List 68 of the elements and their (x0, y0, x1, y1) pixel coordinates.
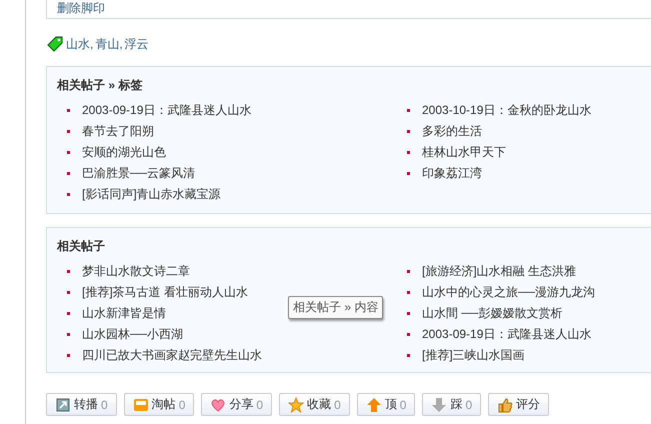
post-link[interactable]: 2003-09-19日：武隆县迷人山水 (422, 326, 592, 343)
post-link[interactable]: 印象荔江湾 (422, 165, 482, 182)
bullet-icon (407, 270, 410, 273)
post-link[interactable]: [推荐]茶马古道 看壮丽动人山水 (82, 284, 248, 301)
section-title: 相关帖子 (57, 238, 106, 255)
post-link[interactable]: [旅游经济]山水相融 生态洪雅 (422, 263, 576, 280)
bullet-icon (67, 109, 70, 112)
up-arrow-icon (366, 396, 382, 412)
bullet-icon (407, 291, 410, 294)
section-title: 相关帖子 » 标签 (57, 77, 144, 94)
bullet-icon (407, 333, 410, 336)
tag-separator: , (119, 36, 123, 50)
bullet-icon (67, 354, 70, 357)
count-label: 0 (256, 398, 264, 412)
star-icon (288, 396, 304, 412)
post-link[interactable]: [推荐]三峡山水国画 (422, 347, 525, 364)
repost-button[interactable]: 转播 0 (46, 393, 117, 416)
count-label: 0 (334, 398, 341, 412)
post-link[interactable]: 山水园林──小西湖 (82, 326, 184, 343)
tray-icon (132, 396, 149, 412)
post-link[interactable]: 巴渝胜景──云篆风清 (82, 165, 196, 182)
bullet-icon (67, 172, 70, 175)
bullet-icon (407, 130, 410, 133)
count-label: 0 (178, 398, 186, 412)
bullet-icon (67, 291, 70, 294)
post-link[interactable]: 2003-10-19日：金秋的卧龙山水 (422, 102, 592, 119)
bullet-icon (67, 270, 70, 273)
up-button[interactable]: 顶 0 (356, 393, 416, 416)
bullet-icon (407, 151, 410, 154)
bullet-icon (407, 109, 410, 112)
post-link[interactable]: 山水新津皆是情 (82, 305, 166, 322)
post-link[interactable]: 春节去了阳朔 (82, 123, 154, 140)
tag-separator: , (90, 36, 94, 50)
bullet-icon (407, 312, 410, 315)
share-button[interactable]: 分享 0 (201, 393, 272, 416)
bullet-icon (67, 333, 70, 336)
repost-icon (55, 396, 71, 412)
down-arrow-icon (431, 396, 448, 412)
bullet-icon (407, 172, 410, 175)
bullet-icon (407, 354, 410, 357)
post-link[interactable]: 安顺的湖光山色 (82, 144, 166, 161)
bullet-icon (67, 151, 70, 154)
thumbs-up-icon (497, 396, 514, 412)
collect-button[interactable]: 淘帖 0 (124, 393, 194, 416)
tag-link[interactable]: 山水 (66, 36, 90, 50)
tag-link[interactable]: 浮云 (124, 36, 149, 50)
tag-link[interactable]: 青山 (95, 36, 120, 50)
heart-icon (210, 396, 226, 412)
post-link[interactable]: 四川已故大书画家赵完壁先生山水 (82, 347, 262, 364)
post-link[interactable]: 2003-09-19日：武隆县迷人山水 (82, 102, 252, 119)
rate-button[interactable]: 评分 (488, 393, 550, 416)
post-link[interactable]: 梦非山水散文诗二章 (82, 263, 190, 280)
post-link[interactable]: 山水間 ──彭嫒嫒散文赏析 (422, 305, 562, 322)
count-label: 0 (400, 398, 406, 412)
post-link[interactable]: 桂林山水甲天下 (422, 144, 506, 161)
post-link[interactable]: 山水中的心灵之旅──漫游九龙沟 (422, 284, 596, 301)
tooltip: 相关帖子 » 内容 (288, 296, 384, 319)
post-link[interactable]: [影话同声]青山赤水藏宝源 (82, 186, 221, 203)
delete-footprint-link[interactable]: 删除脚印 (57, 1, 105, 15)
tag-icon (46, 35, 64, 53)
bullet-icon (67, 312, 70, 315)
count-label: 0 (101, 398, 108, 412)
post-link[interactable]: 多彩的生活 (422, 123, 482, 140)
down-button[interactable]: 踩 0 (422, 393, 482, 416)
bullet-icon (67, 193, 70, 196)
bullet-icon (67, 130, 70, 133)
favorite-button[interactable]: 收藏 0 (279, 393, 350, 416)
count-label: 0 (465, 398, 472, 412)
